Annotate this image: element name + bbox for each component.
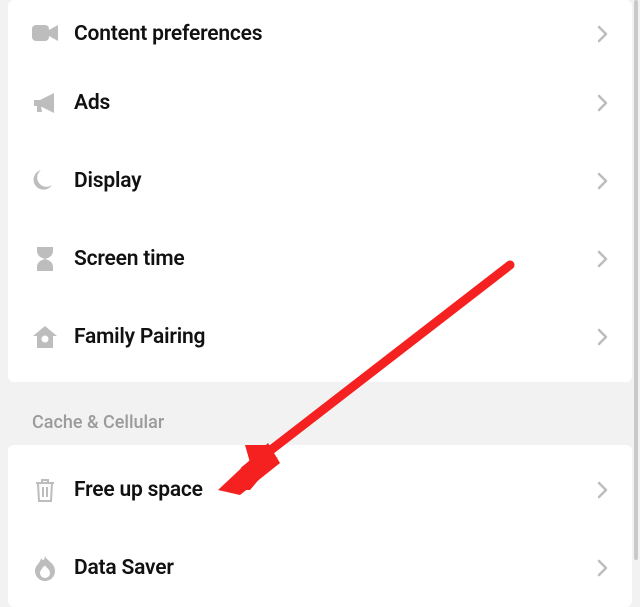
scrollbar[interactable]	[634, 0, 638, 560]
row-family-pairing[interactable]: Family Pairing	[8, 298, 632, 376]
camera-icon	[30, 20, 60, 48]
chevron-right-icon	[594, 25, 612, 43]
row-label: Display	[60, 169, 594, 193]
flame-icon	[30, 554, 60, 582]
chevron-right-icon	[594, 328, 612, 346]
row-free-up-space[interactable]: Free up space	[8, 451, 632, 529]
chevron-right-icon	[594, 250, 612, 268]
row-label: Data Saver	[60, 556, 594, 580]
row-ads[interactable]: Ads	[8, 64, 632, 142]
settings-viewport: Content preferences Ads Display	[0, 0, 640, 595]
row-label: Screen time	[60, 247, 594, 271]
section-cache-cellular: Free up space Data Saver	[8, 445, 632, 607]
row-label: Ads	[60, 91, 594, 115]
chevron-right-icon	[594, 94, 612, 112]
row-label: Family Pairing	[60, 325, 594, 349]
section-header-cache: Cache & Cellular	[8, 382, 632, 445]
megaphone-icon	[30, 89, 60, 117]
chevron-right-icon	[594, 172, 612, 190]
row-label: Free up space	[60, 478, 594, 502]
row-screen-time[interactable]: Screen time	[8, 220, 632, 298]
chevron-right-icon	[594, 559, 612, 577]
section-general: Content preferences Ads Display	[8, 0, 632, 382]
moon-icon	[30, 167, 60, 195]
row-content-preferences[interactable]: Content preferences	[8, 4, 632, 64]
chevron-right-icon	[594, 481, 612, 499]
home-icon	[30, 323, 60, 351]
hourglass-icon	[30, 245, 60, 273]
row-label: Content preferences	[60, 22, 594, 46]
row-display[interactable]: Display	[8, 142, 632, 220]
row-data-saver[interactable]: Data Saver	[8, 529, 632, 607]
trash-icon	[30, 476, 60, 504]
